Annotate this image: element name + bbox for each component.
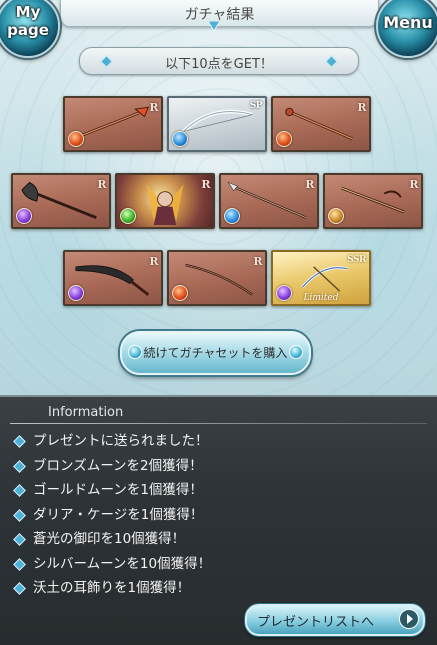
list-item: ダリア・ケージを1個獲得！: [0, 505, 437, 530]
diamond-icon: [13, 435, 26, 448]
limited-tag: Limited: [303, 293, 339, 303]
list-item: プレゼントに送られました！: [0, 431, 437, 456]
diamond-icon: [13, 533, 26, 546]
rarity-label: R: [149, 101, 158, 114]
message-text: ブロンズムーンを2個獲得！: [33, 457, 203, 474]
water-element-icon: [224, 208, 240, 224]
diamond-icon: [13, 557, 26, 571]
fire-element-icon: [172, 285, 188, 301]
item-card-8[interactable]: R: [63, 250, 163, 306]
rarity-label: SP: [249, 101, 263, 111]
play-arrow-icon: [399, 609, 419, 629]
gacha-result-screen: My page ガチャ結果 Menu 以下10点をGET！ R SP R R R…: [0, 0, 437, 645]
get-count-text: 以下10点をGET！: [165, 57, 273, 72]
rarity-label: R: [253, 255, 262, 268]
header-ornament-icon: [208, 21, 220, 31]
diamond-icon: [13, 508, 26, 522]
item-card-10[interactable]: SSR Limited: [271, 250, 371, 306]
fire-element-icon: [68, 131, 84, 147]
buy-gacha-set-label: 続けてガチャセットを購入: [143, 346, 288, 360]
message-text: 蒼光の御印を10個獲得！: [33, 531, 186, 547]
item-card-7[interactable]: R: [323, 173, 423, 229]
dark-element-icon: [16, 208, 32, 224]
rarity-label: SSR: [347, 255, 366, 265]
list-item: ブロンズムーンを2個獲得！: [0, 456, 437, 481]
diamond-icon: [13, 582, 26, 595]
diamond-icon: [13, 459, 26, 473]
message-text: プレゼントに送られました！: [33, 433, 209, 449]
information-header: Information: [0, 400, 437, 424]
mypage-label-line2: page: [7, 21, 49, 39]
present-list-label: プレゼントリストへ: [257, 615, 375, 630]
list-item: ゴールドムーンを1個獲得！: [0, 480, 437, 505]
water-element-icon: [172, 131, 188, 147]
menu-button[interactable]: Menu: [376, 0, 437, 58]
menu-label: Menu: [383, 13, 433, 32]
rarity-label: R: [149, 255, 158, 268]
item-card-2[interactable]: SP: [167, 96, 267, 152]
rarity-label: R: [201, 178, 210, 191]
message-text: 沃土の耳飾りを1個獲得！: [33, 580, 191, 596]
get-count-banner: 以下10点をGET！: [79, 47, 359, 75]
item-card-5[interactable]: R: [115, 173, 215, 229]
item-card-6[interactable]: R: [219, 173, 319, 229]
present-list-button[interactable]: プレゼントリストへ: [245, 604, 425, 636]
list-item: 蒼光の御印を10個獲得！: [0, 529, 437, 554]
message-text: シルバームーンを10個獲得！: [33, 555, 212, 572]
rarity-label: R: [97, 178, 106, 191]
message-text: ダリア・ケージを1個獲得！: [33, 506, 204, 523]
diamond-icon: [13, 484, 26, 497]
list-item: シルバームーンを10個獲得！: [0, 554, 437, 579]
wind-element-icon: [120, 208, 136, 224]
message-text: ゴールドムーンを1個獲得！: [33, 482, 203, 498]
item-card-3[interactable]: R: [271, 96, 371, 152]
fire-element-icon: [276, 131, 292, 147]
information-title: Information: [48, 405, 124, 420]
jewel-icon: [289, 345, 303, 359]
rarity-label: R: [357, 101, 366, 114]
rarity-label: R: [305, 178, 314, 191]
rarity-label: R: [409, 178, 418, 191]
divider: [10, 423, 427, 424]
mypage-label-line1: My: [15, 3, 41, 21]
list-item: 沃土の耳飾りを1個獲得！: [0, 578, 437, 603]
buy-gacha-set-button[interactable]: 続けてガチャセットを購入: [120, 331, 311, 375]
information-list: プレゼントに送られました！ ブロンズムーンを2個獲得！ ゴールドムーンを1個獲得…: [0, 431, 437, 603]
item-card-1[interactable]: R: [63, 96, 163, 152]
earth-element-icon: [328, 208, 344, 224]
item-card-9[interactable]: R: [167, 250, 267, 306]
item-card-4[interactable]: R: [11, 173, 111, 229]
dark-element-icon: [68, 285, 84, 301]
